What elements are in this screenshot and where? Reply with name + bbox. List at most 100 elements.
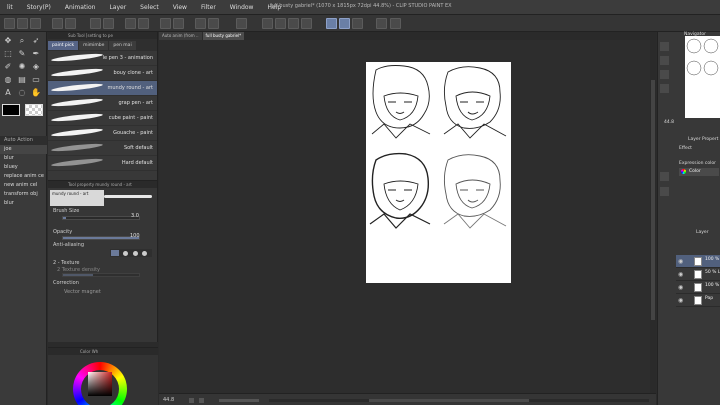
panel-icon[interactable] bbox=[660, 56, 669, 65]
flip-icon[interactable] bbox=[275, 18, 286, 29]
brush-item[interactable]: le pen 3 - animation bbox=[48, 51, 157, 66]
nav-zoom-value: 44.8 bbox=[664, 120, 675, 125]
eraser-icon[interactable]: ◈ bbox=[31, 62, 41, 72]
panel-icon[interactable] bbox=[660, 172, 669, 181]
auto-action-set[interactable]: joe bbox=[0, 145, 47, 154]
brush-item[interactable]: Soft default bbox=[48, 141, 157, 156]
zoom-tool-icon[interactable]: ⌕ bbox=[17, 36, 27, 46]
panel-icon[interactable] bbox=[660, 70, 669, 79]
lock-icon[interactable] bbox=[301, 18, 312, 29]
panel-icon[interactable] bbox=[660, 187, 669, 196]
layer-row[interactable]: ◉ 100 % Fold bbox=[676, 281, 720, 294]
deselect-icon[interactable] bbox=[138, 18, 149, 29]
canvas-zoom-value[interactable]: 44.8 bbox=[163, 397, 174, 403]
text-tool-icon[interactable]: A bbox=[3, 88, 13, 98]
texture-label: 2 - Texture bbox=[53, 260, 80, 266]
snap-icon[interactable] bbox=[195, 18, 206, 29]
document-tab[interactable]: Auto anim (from .. bbox=[159, 32, 202, 40]
menu-item-select[interactable]: Select bbox=[133, 4, 166, 11]
zoom-slider[interactable] bbox=[219, 399, 259, 402]
canvas-page[interactable] bbox=[366, 62, 511, 283]
action-item[interactable]: blur bbox=[0, 199, 47, 208]
texture-density-slider[interactable] bbox=[62, 273, 140, 277]
crop-icon[interactable] bbox=[160, 18, 171, 29]
menu-item-edit[interactable]: lit bbox=[0, 4, 20, 11]
vector-icon[interactable] bbox=[352, 18, 363, 29]
airbrush-icon[interactable]: ✺ bbox=[17, 62, 27, 72]
gradient-icon[interactable]: ▤ bbox=[17, 75, 27, 85]
undo-icon[interactable] bbox=[52, 18, 63, 29]
canvas-horizontal-scrollbar[interactable] bbox=[269, 399, 649, 402]
eye-icon[interactable]: ◉ bbox=[678, 284, 683, 291]
selection-tool-icon[interactable]: ⬚ bbox=[3, 49, 13, 59]
expression-color-select[interactable]: Color bbox=[679, 168, 719, 176]
antialias-options[interactable] bbox=[110, 249, 152, 257]
brush-item[interactable]: grap pen - art bbox=[48, 96, 157, 111]
ruler-icon[interactable] bbox=[208, 18, 219, 29]
action-item[interactable]: replace anim ce bbox=[0, 172, 47, 181]
action-item[interactable]: blur bbox=[0, 154, 47, 163]
tab-mimimbe[interactable]: mimimbe bbox=[79, 40, 109, 50]
swap-color-icon[interactable] bbox=[390, 18, 401, 29]
grid-icon[interactable] bbox=[288, 18, 299, 29]
balloon-icon[interactable]: ◌ bbox=[17, 88, 27, 98]
transform-icon[interactable] bbox=[125, 18, 136, 29]
fill-icon[interactable] bbox=[103, 18, 114, 29]
menu-item-view[interactable]: View bbox=[166, 4, 194, 11]
save-icon[interactable] bbox=[30, 18, 41, 29]
redo-icon[interactable] bbox=[65, 18, 76, 29]
move-tool-icon[interactable]: ✥ bbox=[3, 36, 13, 46]
brush-item[interactable]: Hard default bbox=[48, 156, 157, 171]
brush-item[interactable]: bouy clone - art bbox=[48, 66, 157, 81]
fill-tool-icon[interactable]: ◍ bbox=[3, 75, 13, 85]
brush-tool-icon[interactable]: ✐ bbox=[3, 62, 13, 72]
layer-thumbnail bbox=[694, 283, 702, 292]
figure-tool-icon[interactable]: ▭ bbox=[31, 75, 41, 85]
operation-tool-icon[interactable]: ➶ bbox=[31, 36, 41, 46]
eye-icon[interactable]: ◉ bbox=[678, 258, 683, 265]
open-file-icon[interactable] bbox=[17, 18, 28, 29]
saturation-value-square[interactable] bbox=[88, 372, 112, 396]
eye-icon[interactable]: ◉ bbox=[678, 297, 683, 304]
layer-row[interactable]: ◉ 50 % Layer bbox=[676, 268, 720, 281]
pen-tool-icon[interactable]: ✒ bbox=[31, 49, 41, 59]
expression-color-label: Expression color bbox=[679, 161, 716, 166]
eyedropper-icon[interactable]: ✎ bbox=[17, 49, 27, 59]
rotate-icon[interactable] bbox=[262, 18, 273, 29]
brush-item[interactable]: Gouache - paint bbox=[48, 126, 157, 141]
action-item[interactable]: bluey bbox=[0, 163, 47, 172]
menu-item-filter[interactable]: Filter bbox=[194, 4, 223, 11]
menu-item-window[interactable]: Window bbox=[223, 4, 261, 11]
zoom-in-icon[interactable] bbox=[199, 398, 204, 403]
transparent-color-swatch[interactable] bbox=[25, 104, 43, 116]
navigator-thumbnail[interactable] bbox=[685, 36, 720, 118]
clear-icon[interactable] bbox=[90, 18, 101, 29]
tab-pen-mai[interactable]: pen mai bbox=[109, 40, 136, 50]
zoom-out-icon[interactable] bbox=[189, 398, 194, 403]
canvas-vertical-scrollbar[interactable] bbox=[650, 40, 656, 393]
pen-pressure-icon[interactable] bbox=[339, 18, 350, 29]
menu-item-animation[interactable]: Animation bbox=[58, 4, 103, 11]
brush-item[interactable]: cube paint - paint bbox=[48, 111, 157, 126]
blend-tool-icon[interactable]: ✋ bbox=[31, 88, 41, 98]
color-square-icon[interactable] bbox=[376, 18, 387, 29]
main-color-swatch[interactable] bbox=[2, 104, 20, 116]
layer-row[interactable]: ◉ Pap bbox=[676, 294, 720, 307]
panel-icon[interactable] bbox=[660, 42, 669, 51]
action-item[interactable]: transform obj bbox=[0, 190, 47, 199]
layer-row[interactable]: ◉ 100 % Layer bbox=[676, 255, 720, 268]
menu-item-layer[interactable]: Layer bbox=[102, 4, 133, 11]
invert-selection-icon[interactable] bbox=[173, 18, 184, 29]
document-tab-active[interactable]: full busty gabriel* bbox=[202, 32, 245, 40]
settings-gear-icon[interactable] bbox=[236, 18, 247, 29]
action-item[interactable]: new anim cel bbox=[0, 181, 47, 190]
brush-item[interactable]: mundy round - art bbox=[48, 81, 157, 96]
tab-paint-pick[interactable]: paint pick bbox=[48, 40, 79, 50]
brush-size-slider[interactable] bbox=[62, 216, 140, 220]
opacity-slider[interactable] bbox=[62, 236, 140, 240]
panel-icon[interactable] bbox=[660, 84, 669, 93]
eye-icon[interactable]: ◉ bbox=[678, 271, 683, 278]
stabilizer-icon[interactable] bbox=[326, 18, 337, 29]
new-file-icon[interactable] bbox=[4, 18, 15, 29]
menu-item-story[interactable]: Story(P) bbox=[20, 4, 58, 11]
